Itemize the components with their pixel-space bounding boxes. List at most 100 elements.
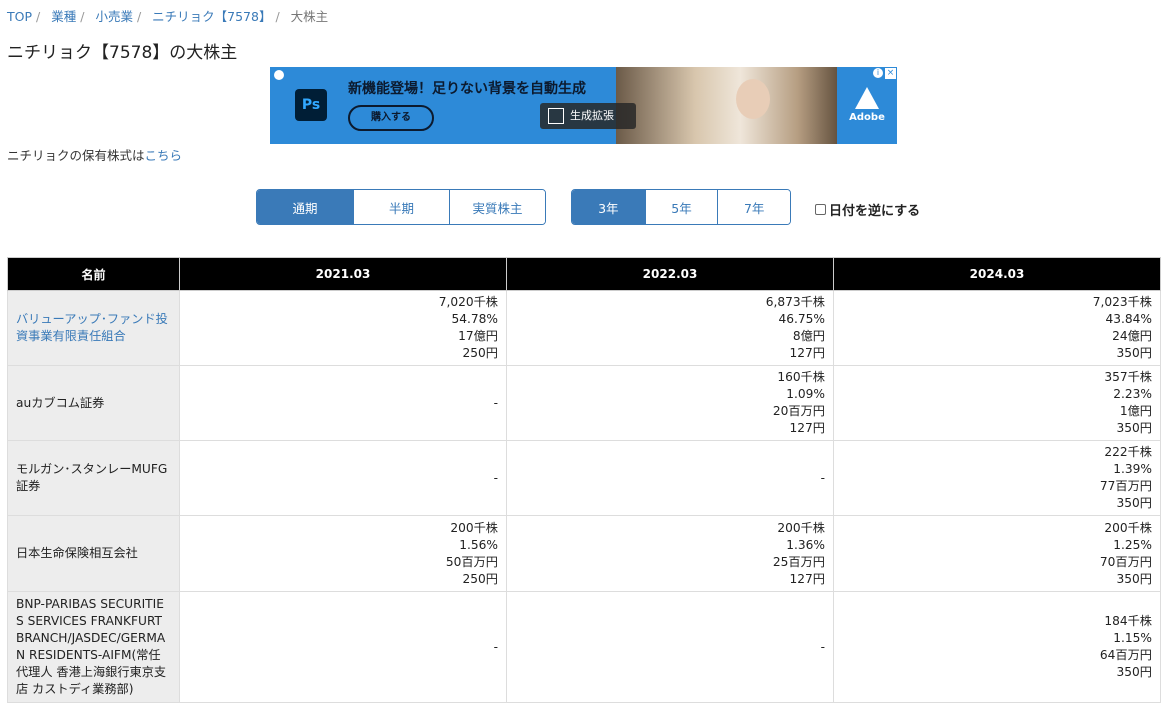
holding-value-line: 350円 [1116, 665, 1152, 679]
holding-value-cell: 200千株 1.25% 70百万円 350円 [833, 515, 1161, 592]
holding-value-line: 127円 [789, 421, 825, 435]
holding-value-line: 200千株 [1104, 520, 1152, 535]
shareholders-table: 名前 2021.03 2022.03 2024.03 バリューアップ･ファンド投… [7, 257, 1161, 703]
holding-value-line: 1.39% [1113, 462, 1152, 476]
tab-annual[interactable]: 通期 [257, 190, 353, 224]
breadcrumb-industry[interactable]: 業種 [51, 9, 76, 24]
holding-value-line: 160千株 [777, 370, 825, 384]
breadcrumb-company[interactable]: ニチリョク【7578】 [152, 9, 271, 24]
holding-value-line: 7,023千株 [1092, 295, 1152, 309]
reverse-date-checkbox[interactable] [815, 204, 826, 215]
page-title: ニチリョク【7578】の大株主 [7, 43, 238, 63]
holding-value-line: 43.84% [1105, 312, 1152, 326]
holding-value-line: 350円 [1116, 346, 1152, 360]
holding-value-line: - [820, 639, 825, 654]
column-header-2024: 2024.03 [833, 257, 1161, 291]
shareholder-name-cell: 日本生命保険相互会社 [7, 515, 180, 592]
holding-value-cell: 6,873千株 46.75% 8億円 127円 [506, 290, 834, 366]
ad-photo-person [736, 79, 770, 119]
holding-value-line: - [820, 470, 825, 485]
holding-value-line: 64百万円 [1099, 648, 1152, 662]
table-header-row: 名前 2021.03 2022.03 2024.03 [7, 257, 1161, 291]
shareholder-name: 日本生命保険相互会社 [16, 546, 138, 560]
holding-value-cell: - [179, 365, 507, 441]
shareholder-name-cell: BNP-PARIBAS SECURITIES SERVICES FRANKFUR… [7, 591, 180, 703]
holding-value-line: 1.56% [459, 537, 498, 552]
holding-value-line: 2.23% [1113, 387, 1152, 401]
holdings-note: ニチリョクの保有株式はこちら [7, 145, 182, 164]
ad-close-icon[interactable]: × [885, 68, 896, 79]
holding-value-line: 20百万円 [772, 404, 825, 418]
table-row: モルガン･スタンレーMUFG証券 - - 222千株 1.39% 77百万円 350円 [7, 440, 1161, 516]
tab-5-years[interactable]: 5年 [644, 190, 718, 224]
breadcrumb-separator: / [136, 9, 142, 24]
holding-value-line: 127円 [789, 571, 825, 586]
shareholder-name-link[interactable]: バリューアップ･ファンド投資事業有限責任組合 [16, 312, 168, 343]
breadcrumb-top[interactable]: TOP [7, 9, 32, 24]
holding-value-line: 250円 [462, 346, 498, 360]
ad-buy-button[interactable]: 購入する [348, 105, 434, 131]
holding-value-line: 6,873千株 [765, 295, 825, 309]
ad-headline: 新機能登場！足りない背景を自動生成 [348, 81, 586, 97]
generative-expand-icon [548, 108, 564, 124]
holding-value-cell: 200千株 1.56% 50百万円 250円 [179, 515, 507, 592]
table-body: バリューアップ･ファンド投資事業有限責任組合 7,020千株 54.78% 17億円 2… [7, 290, 1161, 703]
holding-value-cell: 357千株 2.23% 1億円 350円 [833, 365, 1161, 441]
holding-value-line: - [493, 639, 498, 654]
holdings-text: ニチリョクの保有株式は [7, 148, 145, 163]
ad-info-icon[interactable]: i [873, 68, 883, 78]
holding-value-line: 46.75% [778, 312, 825, 326]
ad-generate-label: 生成拡張 [570, 109, 614, 122]
year-range-tabs: 3年 5年 7年 [571, 189, 791, 225]
holding-value-line: 25百万円 [772, 554, 825, 569]
period-tabs: 通期 半期 実質株主 [256, 189, 546, 225]
holding-value-line: 1億円 [1119, 404, 1152, 418]
ad-banner[interactable]: Ps 新機能登場！足りない背景を自動生成 購入する 生成拡張 Adobe i × [270, 67, 897, 144]
holding-value-line: 8億円 [792, 329, 825, 343]
breadcrumb-separator: / [36, 9, 41, 24]
shareholder-name: auカブコム証券 [16, 395, 105, 410]
breadcrumb-current: 大株主 [290, 9, 329, 24]
holdings-link[interactable]: こちら [145, 148, 183, 163]
column-header-2021: 2021.03 [179, 257, 507, 291]
shareholder-name: BNP-PARIBAS SECURITIES SERVICES FRANKFUR… [16, 597, 167, 696]
holding-value-line: 24億円 [1112, 329, 1152, 343]
holding-value-line: 127円 [789, 346, 825, 360]
shareholder-name-cell: auカブコム証券 [7, 365, 180, 441]
tab-half-year[interactable]: 半期 [353, 190, 449, 224]
shareholder-name-cell: モルガン･スタンレーMUFG証券 [7, 440, 180, 516]
tab-7-years[interactable]: 7年 [717, 190, 790, 224]
holding-value-line: 17億円 [458, 329, 498, 343]
column-header-2022: 2022.03 [506, 257, 834, 291]
holding-value-line: 184千株 [1104, 614, 1152, 628]
breadcrumb-retail[interactable]: 小売業 [95, 9, 133, 24]
table-row: BNP-PARIBAS SECURITIES SERVICES FRANKFUR… [7, 591, 1161, 703]
holding-value-cell: 222千株 1.39% 77百万円 350円 [833, 440, 1161, 516]
tab-3-years[interactable]: 3年 [572, 190, 645, 224]
holding-value-cell: 200千株 1.36% 25百万円 127円 [506, 515, 834, 592]
table-row: auカブコム証券 - 160千株 1.09% 20百万円 127円 357千株 2.23% 1億… [7, 365, 1161, 441]
holding-value-cell: - [179, 440, 507, 516]
holding-value-cell: 160千株 1.09% 20百万円 127円 [506, 365, 834, 441]
ad-generate-badge: 生成拡張 [540, 103, 636, 129]
holding-value-line: 350円 [1116, 571, 1152, 586]
holding-value-cell: 7,020千株 54.78% 17億円 250円 [179, 290, 507, 366]
holding-value-line: - [493, 470, 498, 485]
holding-value-line: 222千株 [1104, 445, 1152, 459]
breadcrumb: TOP / 業種 / 小売業 / ニチリョク【7578】 / 大株主 [7, 6, 328, 25]
table-row: 日本生命保険相互会社 200千株 1.56% 50百万円 250円 200千株 1.36% 2… [7, 515, 1161, 592]
tab-beneficial-holders[interactable]: 実質株主 [449, 190, 545, 224]
holding-value-line: 200千株 [450, 520, 498, 535]
ad-shield-icon [274, 70, 284, 80]
holding-value-line: 7,020千株 [438, 295, 498, 309]
holding-value-line: 200千株 [777, 520, 825, 535]
table-row: バリューアップ･ファンド投資事業有限責任組合 7,020千株 54.78% 17億円 2… [7, 290, 1161, 366]
holding-value-cell: - [179, 591, 507, 703]
reverse-date-toggle[interactable]: 日付を逆にする [815, 200, 920, 219]
holding-value-line: 250円 [462, 571, 498, 586]
holding-value-line: 1.09% [786, 387, 825, 401]
holding-value-line: 1.25% [1113, 537, 1152, 552]
adobe-logo-icon [855, 87, 879, 109]
holding-value-line: 77百万円 [1099, 479, 1152, 493]
breadcrumb-separator: / [80, 9, 85, 24]
